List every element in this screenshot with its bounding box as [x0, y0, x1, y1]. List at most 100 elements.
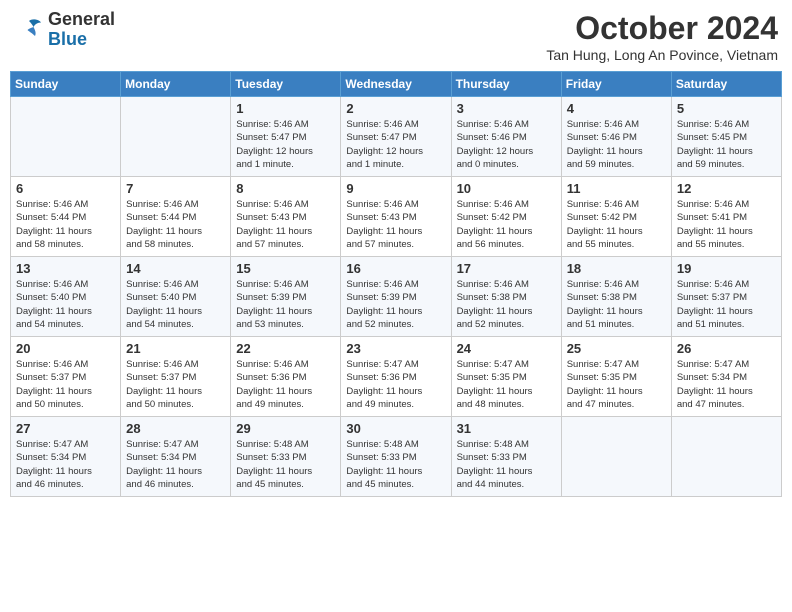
day-info: Sunrise: 5:46 AM Sunset: 5:39 PM Dayligh…: [346, 278, 445, 331]
day-info: Sunrise: 5:46 AM Sunset: 5:41 PM Dayligh…: [677, 198, 776, 251]
col-wednesday: Wednesday: [341, 72, 451, 97]
day-number: 7: [126, 181, 225, 196]
day-number: 17: [457, 261, 556, 276]
table-row: 24Sunrise: 5:47 AM Sunset: 5:35 PM Dayli…: [451, 337, 561, 417]
day-info: Sunrise: 5:47 AM Sunset: 5:34 PM Dayligh…: [126, 438, 225, 491]
day-info: Sunrise: 5:46 AM Sunset: 5:42 PM Dayligh…: [457, 198, 556, 251]
table-row: 1Sunrise: 5:46 AM Sunset: 5:47 PM Daylig…: [231, 97, 341, 177]
day-info: Sunrise: 5:46 AM Sunset: 5:46 PM Dayligh…: [457, 118, 556, 171]
day-number: 16: [346, 261, 445, 276]
day-info: Sunrise: 5:46 AM Sunset: 5:39 PM Dayligh…: [236, 278, 335, 331]
day-number: 9: [346, 181, 445, 196]
day-info: Sunrise: 5:46 AM Sunset: 5:44 PM Dayligh…: [16, 198, 115, 251]
location: Tan Hung, Long An Povince, Vietnam: [546, 47, 778, 63]
day-number: 31: [457, 421, 556, 436]
day-info: Sunrise: 5:46 AM Sunset: 5:44 PM Dayligh…: [126, 198, 225, 251]
table-row: 10 Sunrise: 5:46 AM Sunset: 5:42 PM Dayli…: [451, 177, 561, 257]
calendar-week-1: 6 Sunrise: 5:46 AM Sunset: 5:44 PM Daylig…: [11, 177, 782, 257]
day-number: 4: [567, 101, 666, 116]
day-number: 24: [457, 341, 556, 356]
day-info: Sunrise: 5:46 AM Sunset: 5:43 PM Dayligh…: [346, 198, 445, 251]
calendar-header-row: Sunday Monday Tuesday Wednesday Thursday…: [11, 72, 782, 97]
day-info: Sunrise: 5:46 AM Sunset: 5:40 PM Dayligh…: [126, 278, 225, 331]
day-number: 6: [16, 181, 115, 196]
table-row: [121, 97, 231, 177]
day-number: 22: [236, 341, 335, 356]
day-number: 23: [346, 341, 445, 356]
table-row: 17 Sunrise: 5:46 AM Sunset: 5:38 PM Dayli…: [451, 257, 561, 337]
day-number: 5: [677, 101, 776, 116]
day-info: Sunrise: 5:48 AM Sunset: 5:33 PM Dayligh…: [236, 438, 335, 491]
month-year: October 2024: [546, 10, 778, 47]
calendar-week-2: 13 Sunrise: 5:46 AM Sunset: 5:40 PM Dayli…: [11, 257, 782, 337]
table-row: 6 Sunrise: 5:46 AM Sunset: 5:44 PM Daylig…: [11, 177, 121, 257]
table-row: 26 Sunrise: 5:47 AM Sunset: 5:34 PM Dayli…: [671, 337, 781, 417]
table-row: 31 Sunrise: 5:48 AM Sunset: 5:33 PM Dayli…: [451, 417, 561, 497]
logo: General Blue: [14, 10, 115, 50]
day-number: 27: [16, 421, 115, 436]
calendar-week-4: 27 Sunrise: 5:47 AM Sunset: 5:34 PM Dayli…: [11, 417, 782, 497]
table-row: 29 Sunrise: 5:48 AM Sunset: 5:33 PM Dayli…: [231, 417, 341, 497]
table-row: [671, 417, 781, 497]
day-number: 13: [16, 261, 115, 276]
logo-icon: [14, 15, 44, 45]
day-number: 12: [677, 181, 776, 196]
day-info: Sunrise: 5:47 AM Sunset: 5:36 PM Dayligh…: [346, 358, 445, 411]
day-number: 19: [677, 261, 776, 276]
table-row: 2Sunrise: 5:46 AM Sunset: 5:47 PM Daylig…: [341, 97, 451, 177]
table-row: 11Sunrise: 5:46 AM Sunset: 5:42 PM Dayli…: [561, 177, 671, 257]
day-info: Sunrise: 5:46 AM Sunset: 5:37 PM Dayligh…: [16, 358, 115, 411]
day-number: 14: [126, 261, 225, 276]
table-row: 15 Sunrise: 5:46 AM Sunset: 5:39 PM Dayli…: [231, 257, 341, 337]
calendar-table: Sunday Monday Tuesday Wednesday Thursday…: [10, 71, 782, 497]
day-info: Sunrise: 5:46 AM Sunset: 5:37 PM Dayligh…: [677, 278, 776, 331]
day-info: Sunrise: 5:46 AM Sunset: 5:37 PM Dayligh…: [126, 358, 225, 411]
table-row: 25 Sunrise: 5:47 AM Sunset: 5:35 PM Dayli…: [561, 337, 671, 417]
table-row: 23 Sunrise: 5:47 AM Sunset: 5:36 PM Dayli…: [341, 337, 451, 417]
table-row: 22Sunrise: 5:46 AM Sunset: 5:36 PM Dayli…: [231, 337, 341, 417]
logo-blue: Blue: [48, 30, 115, 50]
day-info: Sunrise: 5:47 AM Sunset: 5:34 PM Dayligh…: [16, 438, 115, 491]
table-row: 14 Sunrise: 5:46 AM Sunset: 5:40 PM Dayli…: [121, 257, 231, 337]
day-number: 15: [236, 261, 335, 276]
day-number: 18: [567, 261, 666, 276]
calendar-week-0: 1Sunrise: 5:46 AM Sunset: 5:47 PM Daylig…: [11, 97, 782, 177]
day-info: Sunrise: 5:46 AM Sunset: 5:40 PM Dayligh…: [16, 278, 115, 331]
table-row: 18 Sunrise: 5:46 AM Sunset: 5:38 PM Dayli…: [561, 257, 671, 337]
table-row: 12 Sunrise: 5:46 AM Sunset: 5:41 PM Dayli…: [671, 177, 781, 257]
day-info: Sunrise: 5:48 AM Sunset: 5:33 PM Dayligh…: [457, 438, 556, 491]
title-block: October 2024 Tan Hung, Long An Povince, …: [546, 10, 778, 63]
calendar-week-3: 20 Sunrise: 5:46 AM Sunset: 5:37 PM Dayli…: [11, 337, 782, 417]
day-info: Sunrise: 5:46 AM Sunset: 5:43 PM Dayligh…: [236, 198, 335, 251]
day-info: Sunrise: 5:47 AM Sunset: 5:34 PM Dayligh…: [677, 358, 776, 411]
day-info: Sunrise: 5:48 AM Sunset: 5:33 PM Dayligh…: [346, 438, 445, 491]
table-row: 7 Sunrise: 5:46 AM Sunset: 5:44 PM Daylig…: [121, 177, 231, 257]
day-number: 20: [16, 341, 115, 356]
table-row: 4 Sunrise: 5:46 AM Sunset: 5:46 PM Daylig…: [561, 97, 671, 177]
day-info: Sunrise: 5:46 AM Sunset: 5:38 PM Dayligh…: [457, 278, 556, 331]
day-info: Sunrise: 5:46 AM Sunset: 5:42 PM Dayligh…: [567, 198, 666, 251]
table-row: 30Sunrise: 5:48 AM Sunset: 5:33 PM Dayli…: [341, 417, 451, 497]
table-row: 27 Sunrise: 5:47 AM Sunset: 5:34 PM Dayli…: [11, 417, 121, 497]
day-number: 10: [457, 181, 556, 196]
day-info: Sunrise: 5:46 AM Sunset: 5:47 PM Dayligh…: [236, 118, 335, 171]
day-info: Sunrise: 5:47 AM Sunset: 5:35 PM Dayligh…: [567, 358, 666, 411]
day-number: 3: [457, 101, 556, 116]
table-row: 3 Sunrise: 5:46 AM Sunset: 5:46 PM Daylig…: [451, 97, 561, 177]
logo-general: General: [48, 10, 115, 30]
day-number: 25: [567, 341, 666, 356]
day-number: 28: [126, 421, 225, 436]
day-number: 26: [677, 341, 776, 356]
day-number: 29: [236, 421, 335, 436]
day-number: 8: [236, 181, 335, 196]
table-row: 16 Sunrise: 5:46 AM Sunset: 5:39 PM Dayli…: [341, 257, 451, 337]
page-header: General Blue October 2024 Tan Hung, Long…: [10, 10, 782, 63]
table-row: 21Sunrise: 5:46 AM Sunset: 5:37 PM Dayli…: [121, 337, 231, 417]
table-row: 5Sunrise: 5:46 AM Sunset: 5:45 PM Daylig…: [671, 97, 781, 177]
day-info: Sunrise: 5:46 AM Sunset: 5:38 PM Dayligh…: [567, 278, 666, 331]
table-row: [11, 97, 121, 177]
day-info: Sunrise: 5:46 AM Sunset: 5:46 PM Dayligh…: [567, 118, 666, 171]
table-row: [561, 417, 671, 497]
table-row: 19 Sunrise: 5:46 AM Sunset: 5:37 PM Dayli…: [671, 257, 781, 337]
col-monday: Monday: [121, 72, 231, 97]
